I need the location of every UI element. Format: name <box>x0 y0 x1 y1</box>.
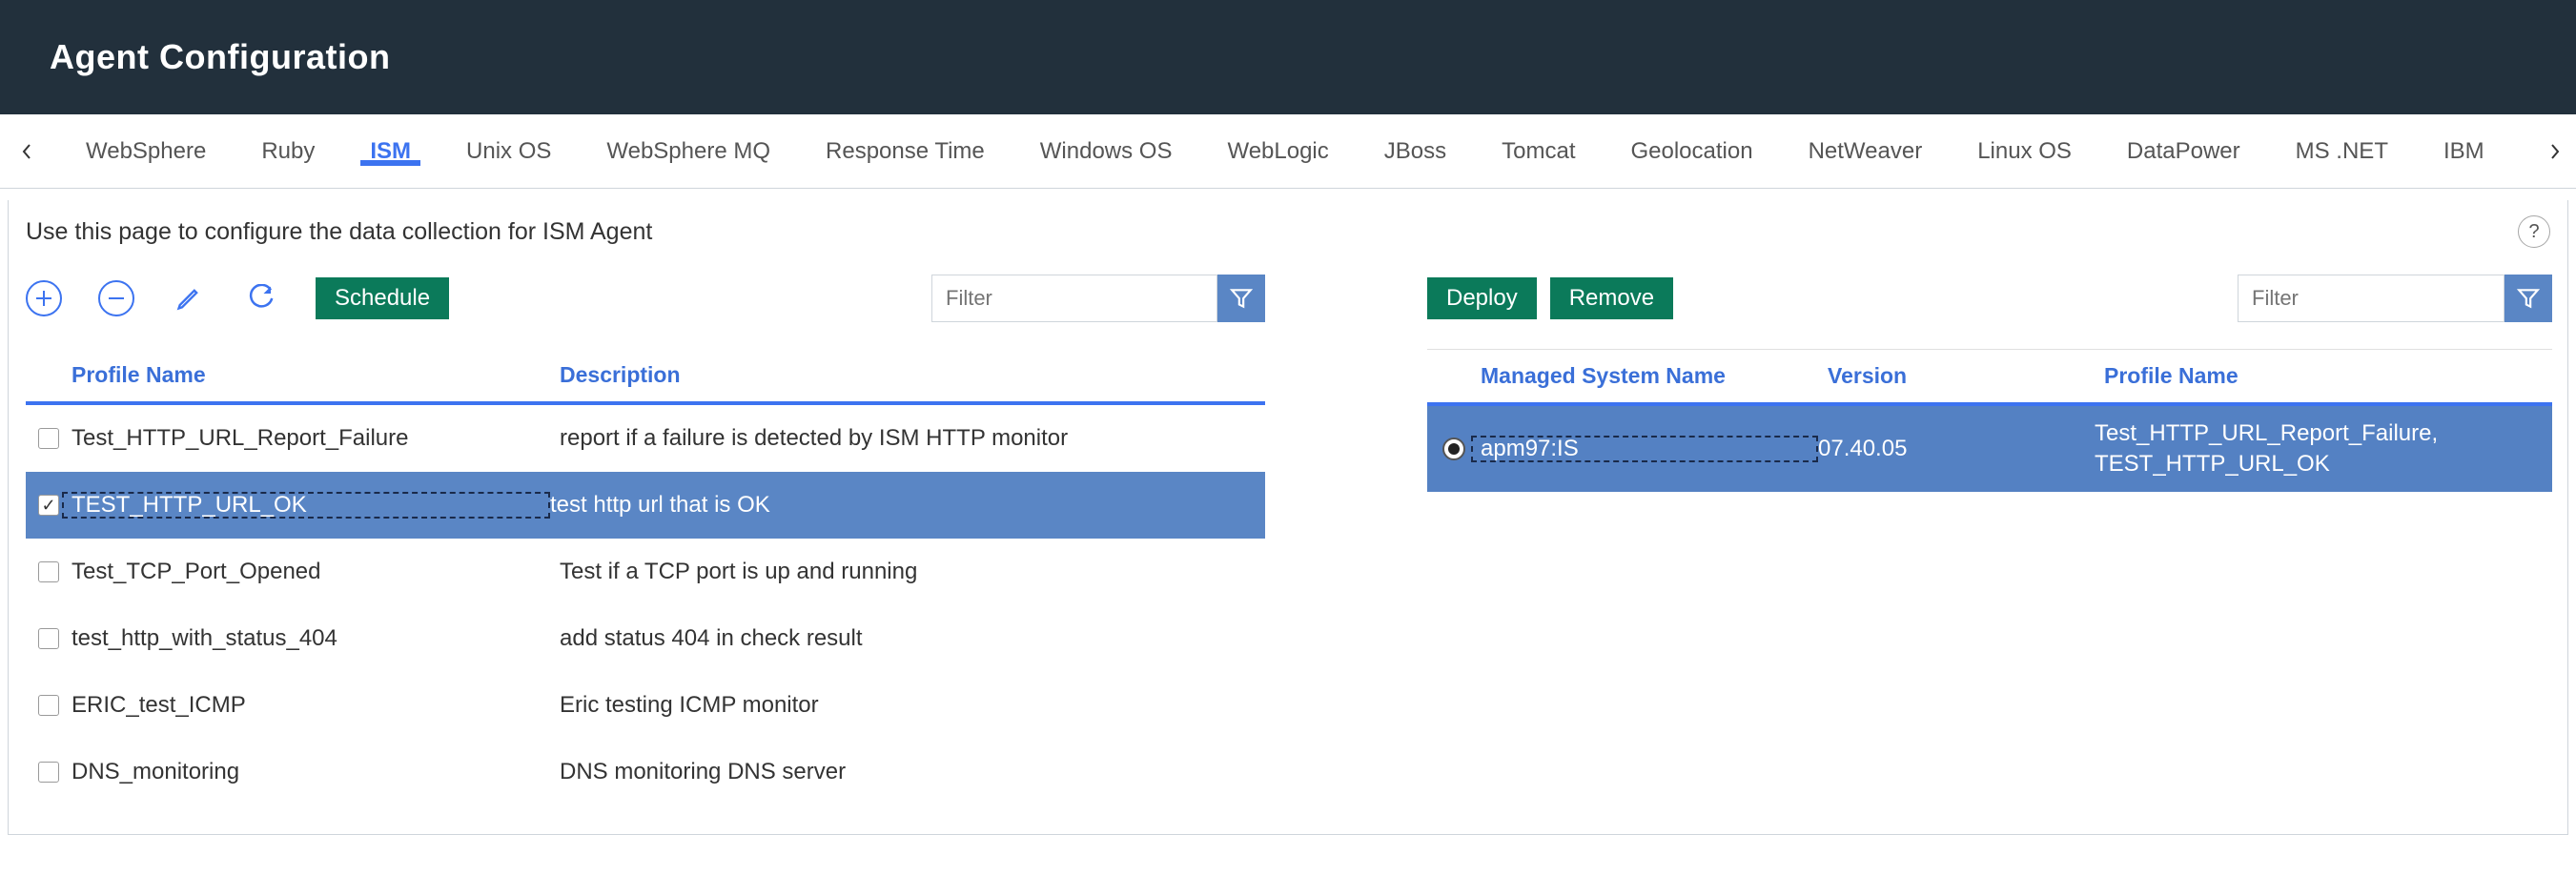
cell-description: report if a failure is detected by ISM H… <box>560 425 1265 452</box>
refresh-button[interactable] <box>243 280 279 316</box>
systems-panel: Deploy Remove Managed System Name Versio… <box>1427 275 2552 492</box>
row-checkbox[interactable] <box>38 561 59 582</box>
systems-filter-button[interactable] <box>2504 275 2552 322</box>
cell-profile-name: Test_TCP_Port_Opened <box>72 559 560 585</box>
table-row[interactable]: ERIC_test_ICMPEric testing ICMP monitor <box>26 672 1265 739</box>
systems-grid: Managed System Name Version Profile Name… <box>1427 349 2552 492</box>
col-version[interactable]: Version <box>1828 363 2104 389</box>
profiles-filter-input[interactable] <box>931 275 1217 322</box>
row-checkbox[interactable] <box>38 428 59 449</box>
refresh-icon <box>247 284 276 313</box>
title-bar: Agent Configuration <box>0 0 2576 114</box>
tab-weblogic[interactable]: WebLogic <box>1227 138 1328 165</box>
pencil-icon <box>175 285 202 312</box>
row-checkbox-cell <box>26 561 72 582</box>
tab-scroll-right[interactable] <box>2542 114 2568 189</box>
row-checkbox[interactable] <box>38 762 59 783</box>
col-profile-name[interactable]: Profile Name <box>26 362 560 388</box>
minus-icon <box>108 290 125 307</box>
profiles-toolbar: Schedule <box>26 275 1265 322</box>
row-radio[interactable] <box>1442 438 1465 460</box>
table-row[interactable]: Test_HTTP_URL_Report_Failurereport if a … <box>26 405 1265 472</box>
profiles-grid-header: Profile Name Description <box>26 349 1265 405</box>
tab-websphere[interactable]: WebSphere <box>86 138 206 165</box>
tab-windows-os[interactable]: Windows OS <box>1040 138 1173 165</box>
instruction-text: Use this page to configure the data coll… <box>26 218 652 246</box>
deploy-button[interactable]: Deploy <box>1427 277 1537 319</box>
tab-websphere-mq[interactable]: WebSphere MQ <box>606 138 770 165</box>
help-button[interactable]: ? <box>2518 215 2550 248</box>
profiles-filter-button[interactable] <box>1217 275 1265 322</box>
remove-profile-button[interactable]: Remove <box>1550 277 1673 319</box>
cell-description: DNS monitoring DNS server <box>560 759 1265 785</box>
tab-ruby[interactable]: Ruby <box>261 138 315 165</box>
content-frame: Use this page to configure the data coll… <box>8 200 2568 835</box>
profiles-panel: Schedule Profile Name Description Test_H… <box>26 275 1265 805</box>
tab-tomcat[interactable]: Tomcat <box>1502 138 1575 165</box>
row-checkbox-cell <box>26 428 72 449</box>
profiles-grid: Profile Name Description Test_HTTP_URL_R… <box>26 349 1265 805</box>
row-checkbox-cell <box>26 695 72 716</box>
plus-icon <box>35 290 52 307</box>
table-row[interactable]: TEST_HTTP_URL_OKtest http url that is OK <box>26 472 1265 539</box>
col-description[interactable]: Description <box>560 362 1265 388</box>
cell-description: test http url that is OK <box>550 492 1265 519</box>
tab-ms-net[interactable]: MS .NET <box>2296 138 2388 165</box>
tab-geolocation[interactable]: Geolocation <box>1630 138 1752 165</box>
profiles-filter <box>931 275 1265 322</box>
tab-jboss[interactable]: JBoss <box>1384 138 1446 165</box>
row-checkbox-cell <box>26 762 72 783</box>
cell-description: add status 404 in check result <box>560 625 1265 652</box>
row-checkbox[interactable] <box>38 495 59 516</box>
add-button[interactable] <box>26 280 62 316</box>
col-profile-name[interactable]: Profile Name <box>2104 363 2552 389</box>
cell-profile-name: test_http_with_status_404 <box>72 625 560 652</box>
tab-scroll-left[interactable] <box>13 114 40 189</box>
page-title: Agent Configuration <box>50 37 390 77</box>
table-row[interactable]: apm97:IS07.40.05Test_HTTP_URL_Report_Fai… <box>1427 406 2552 492</box>
tab-unix-os[interactable]: Unix OS <box>466 138 551 165</box>
row-checkbox-cell <box>26 628 72 649</box>
chevron-right-icon <box>2550 144 2560 159</box>
tab-ibm[interactable]: IBM <box>2443 138 2484 165</box>
table-row[interactable]: DNS_monitoringDNS monitoring DNS server <box>26 739 1265 805</box>
cell-profile-name: DNS_monitoring <box>72 759 560 785</box>
cell-description: Test if a TCP port is up and running <box>560 559 1265 585</box>
col-managed-system[interactable]: Managed System Name <box>1427 363 1828 389</box>
tab-netweaver[interactable]: NetWeaver <box>1809 138 1923 165</box>
remove-button[interactable] <box>98 280 134 316</box>
agent-tabs: WebSphere Ruby ISM Unix OS WebSphere MQ Respo… <box>0 114 2576 189</box>
cell-version: 07.40.05 <box>1818 436 2095 462</box>
cell-profile-name: ERIC_test_ICMP <box>72 692 560 719</box>
cell-managed-system: apm97:IS <box>1471 436 1818 462</box>
systems-filter-input[interactable] <box>2238 275 2504 322</box>
tab-response-time[interactable]: Response Time <box>826 138 985 165</box>
systems-toolbar: Deploy Remove <box>1427 275 2552 322</box>
cell-description: Eric testing ICMP monitor <box>560 692 1265 719</box>
systems-grid-header: Managed System Name Version Profile Name <box>1427 349 2552 406</box>
cell-profile-name: Test_HTTP_URL_Report_Failure <box>72 425 560 452</box>
chevron-left-icon <box>22 144 31 159</box>
schedule-button[interactable]: Schedule <box>316 277 449 319</box>
instruction-row: Use this page to configure the data coll… <box>9 200 2567 255</box>
cell-profile-name: TEST_HTTP_URL_OK <box>62 492 550 519</box>
table-row[interactable]: Test_TCP_Port_OpenedTest if a TCP port i… <box>26 539 1265 605</box>
edit-button[interactable] <box>171 280 207 316</box>
systems-filter <box>2238 275 2552 322</box>
filter-icon <box>2516 286 2541 311</box>
row-checkbox[interactable] <box>38 628 59 649</box>
tab-datapower[interactable]: DataPower <box>2127 138 2240 165</box>
tab-linux-os[interactable]: Linux OS <box>1977 138 2072 165</box>
row-checkbox[interactable] <box>38 695 59 716</box>
filter-icon <box>1229 286 1254 311</box>
table-row[interactable]: test_http_with_status_404add status 404 … <box>26 605 1265 672</box>
tab-ism[interactable]: ISM <box>370 138 411 165</box>
cell-profile-name: Test_HTTP_URL_Report_Failure, TEST_HTTP_… <box>2095 418 2552 480</box>
